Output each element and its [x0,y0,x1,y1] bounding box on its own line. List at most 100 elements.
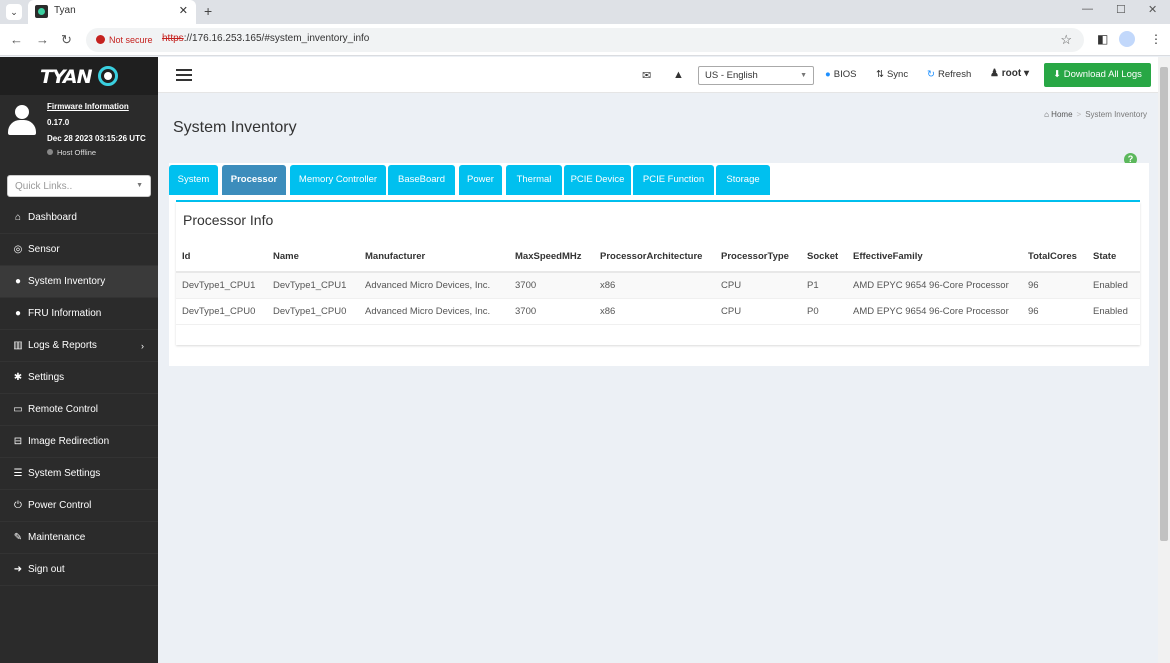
sidebar-item-remote-control[interactable]: ▭ Remote Control [0,394,158,426]
firmware-info-link[interactable]: Firmware Information [47,102,129,111]
sidebar-item-system-inventory[interactable]: ● System Inventory [0,266,158,298]
sidebar-item-sign-out[interactable]: ➜ Sign out [0,554,158,586]
bios-link[interactable]: ● BIOS [825,69,856,80]
back-icon[interactable]: ← [10,32,23,47]
breadcrumb: ⌂ Home > System Inventory [1044,110,1147,119]
sync-icon: ⇅ [876,69,884,80]
column-header: EffectiveFamily [847,242,1022,273]
table-cell: 96 [1022,298,1087,325]
table-cell: AMD EPYC 9654 96-Core Processor [847,272,1022,299]
minimize-icon[interactable]: — [1082,3,1093,15]
table-cell: CPU [715,298,801,325]
alert-triangle-icon[interactable]: ▲ [673,69,684,81]
server-icon: ☰ [13,468,23,479]
page-scrollbar[interactable] [1158,57,1170,663]
sidebar-item-label: Sign out [28,564,65,575]
refresh-link[interactable]: ↻ Refresh [927,69,971,80]
sidebar-item-label: FRU Information [28,308,102,319]
processor-table: Id Name Manufacturer MaxSpeedMHz Process… [176,242,1140,325]
column-header: Name [267,242,359,273]
tab-pcie-function[interactable]: PCIE Function [633,165,714,195]
table-cell: DevType1_CPU1 [176,272,267,299]
download-all-logs-button[interactable]: ⬇ Download All Logs [1044,63,1151,87]
tab-memory-controller[interactable]: Memory Controller [290,165,386,195]
sidebar-item-power-control[interactable]: ⏻ Power Control [0,490,158,522]
host-status: Host Offline [47,148,96,157]
sidebar-item-settings[interactable]: ✱ Settings [0,362,158,394]
tab-search-button[interactable]: ⌄ [6,4,22,20]
caret-down-icon: ▾ [1023,68,1030,79]
sidebar-item-logs-reports[interactable]: ▥ Logs & Reports › [0,330,158,362]
breadcrumb-home[interactable]: Home [1051,110,1072,119]
url-text[interactable]: https://176.16.253.165/#system_inventory… [162,33,369,44]
quick-links-placeholder: Quick Links.. [15,181,73,192]
sidebar-item-sensor[interactable]: ◎ Sensor [0,234,158,266]
table-cell: 3700 [509,272,594,299]
refresh-label: Refresh [937,69,972,80]
new-tab-icon[interactable]: + [204,3,212,19]
column-header: TotalCores [1022,242,1087,273]
sidebar-item-label: Settings [28,372,65,383]
tab-power[interactable]: Power [459,165,502,195]
gear-icon: ✱ [13,372,23,383]
address-bar: ← → ↻ Not secure https://176.16.253.165/… [0,24,1170,56]
profile-icon[interactable] [1119,31,1135,47]
url-path: ://176.16.253.165/#system_inventory_info [183,33,370,44]
scroll-thumb[interactable] [1160,67,1168,541]
table-cell: DevType1_CPU0 [176,298,267,325]
info-circle-icon: ● [825,69,831,80]
sidebar-item-system-settings[interactable]: ☰ System Settings [0,458,158,490]
box-title: Processor Info [183,212,274,228]
sidebar-item-label: Maintenance [28,532,86,543]
table-cell: DevType1_CPU0 [267,298,359,325]
user-icon: ♟ [990,68,1002,79]
close-tab-icon[interactable]: ✕ [179,4,188,17]
sidebar-item-fru-information[interactable]: ● FRU Information [0,298,158,330]
url-scheme: https [162,33,184,44]
sidebar-menu: ⌂ Dashboard ◎ Sensor ● System Inventory ● FR… [0,202,158,586]
firmware-date: Dec 28 2023 03:15:26 UTC [47,134,146,143]
sidebar-item-image-redirection[interactable]: ⊟ Image Redirection [0,426,158,458]
reload-icon[interactable]: ↻ [61,32,72,48]
browser-tab[interactable]: Tyan ✕ [28,0,196,24]
tyan-logo-mark [98,66,118,86]
tyan-logo: TYAN [40,66,93,88]
language-select[interactable]: US - English ▼ [698,66,814,85]
omnibox[interactable]: Not secure https://176.16.253.165/#syste… [86,28,1084,52]
close-window-icon[interactable]: ✕ [1148,3,1157,16]
wrench-icon: ✎ [13,532,23,543]
avatar [8,105,36,135]
envelope-icon[interactable]: ✉ [642,69,651,82]
sidebar-item-maintenance[interactable]: ✎ Maintenance [0,522,158,554]
table-cell: P1 [801,272,847,299]
sidebar-item-label: Logs & Reports [28,340,97,351]
sidebar-item-label: System Settings [28,468,101,479]
table-cell: DevType1_CPU1 [267,272,359,299]
table-cell: Enabled [1087,272,1140,299]
sync-link[interactable]: ⇅ Sync [876,69,908,80]
chart-icon: ▥ [13,340,23,351]
tab-storage[interactable]: Storage [716,165,770,195]
tab-processor[interactable]: Processor [222,165,286,195]
sidebar-item-label: Remote Control [28,404,99,415]
sidebar-item-dashboard[interactable]: ⌂ Dashboard [0,202,158,234]
tab-baseboard[interactable]: BaseBoard [388,165,455,195]
info-icon: ● [14,276,22,287]
tab-system[interactable]: System [169,165,218,195]
hamburger-menu-icon[interactable] [176,69,192,81]
user-menu[interactable]: ♟ root ▾ [990,68,1029,79]
column-header: Manufacturer [359,242,509,273]
sidebar-item-label: Dashboard [28,212,77,223]
side-panel-icon[interactable]: ◧ [1097,32,1108,46]
tab-thermal[interactable]: Thermal [506,165,562,195]
security-indicator[interactable]: Not secure [90,32,159,48]
quick-links-select[interactable]: Quick Links.. ▼ [7,175,151,197]
forward-icon[interactable]: → [36,32,49,47]
maximize-icon[interactable]: ☐ [1116,3,1126,16]
bookmark-star-icon[interactable]: ☆ [1060,32,1072,48]
download-label: Download All Logs [1063,69,1142,80]
tab-pcie-device[interactable]: PCIE Device [564,165,631,195]
sidebar: TYAN Firmware Information 0.17.0 Dec 28 … [0,57,158,663]
browser-menu-icon[interactable]: ⋮ [1150,32,1162,46]
sync-label: Sync [886,69,909,80]
